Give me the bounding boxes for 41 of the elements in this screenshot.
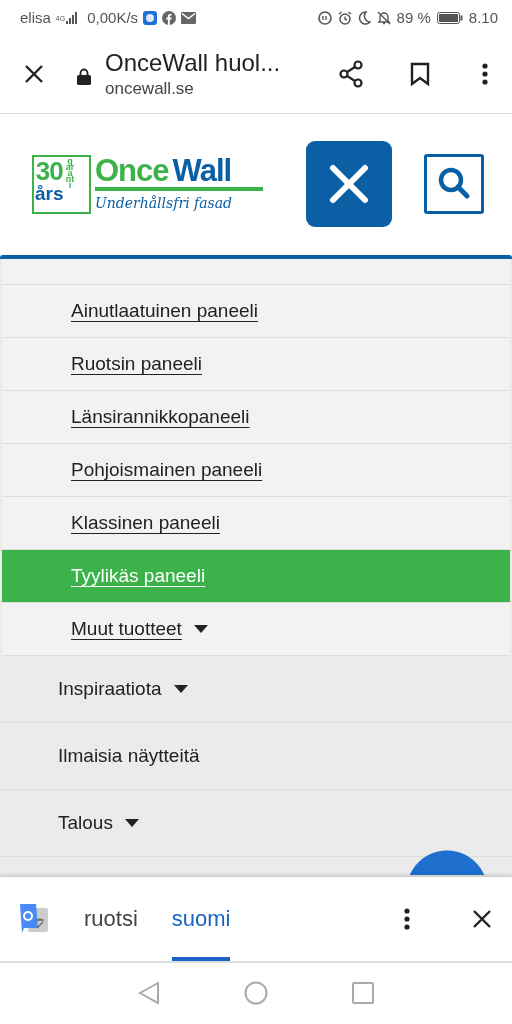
language-tab[interactable]: ruotsi <box>84 877 138 961</box>
more-icon[interactable] <box>404 908 410 931</box>
badge-guarantee: garanti <box>65 157 75 193</box>
page-url: oncewall.se <box>105 79 195 100</box>
mail-icon <box>181 11 197 24</box>
close-icon[interactable] <box>472 909 492 930</box>
menu-item[interactable]: Muut tuotteet <box>2 603 510 657</box>
battery-icon <box>436 11 463 24</box>
bookmark-icon[interactable] <box>410 62 430 87</box>
caret-icon <box>124 819 139 828</box>
shield-app-icon <box>143 10 158 25</box>
share-icon[interactable] <box>338 60 364 89</box>
close-icon[interactable] <box>24 64 44 85</box>
menu-item[interactable]: Pohjoismainen paneeli <box>2 444 510 498</box>
brand-tagline: Underhållsfri fasad <box>95 194 234 211</box>
menu-item[interactable]: Ilmaisia näytteitä <box>0 723 512 791</box>
data-saver-icon <box>317 10 332 25</box>
menu-item[interactable]: Ainutlaatuinen paneeli <box>2 285 510 339</box>
page-title: OnceWall huol... <box>105 49 282 78</box>
search-button[interactable] <box>424 154 484 215</box>
muted-bell-icon <box>376 10 391 25</box>
network-speed: 0,00K/s <box>87 9 139 27</box>
clock-time: 8.10 <box>468 9 498 27</box>
close-menu-button[interactable] <box>306 141 392 228</box>
menu-item[interactable]: Länsirannikkopaneeli <box>2 391 510 445</box>
more-icon[interactable] <box>482 63 488 86</box>
menu-item[interactable]: Ruotsin paneeli <box>2 338 510 392</box>
moon-icon <box>357 10 371 25</box>
menu-item[interactable]: Talous <box>0 790 512 858</box>
brand-name: OnceWall <box>95 154 233 186</box>
facebook-icon <box>162 10 177 25</box>
caret-icon <box>173 685 188 694</box>
badge-years: 30 <box>35 157 63 184</box>
carrier-name: elisa <box>20 9 51 27</box>
alarm-icon <box>337 10 352 25</box>
caret-icon <box>193 625 208 634</box>
signal-icon <box>66 11 79 24</box>
badge-unit: års <box>35 183 64 203</box>
lock-icon <box>77 67 91 85</box>
menu-item[interactable]: Inspiraatiota <box>0 656 512 724</box>
battery-percent: 89 % <box>396 9 431 27</box>
